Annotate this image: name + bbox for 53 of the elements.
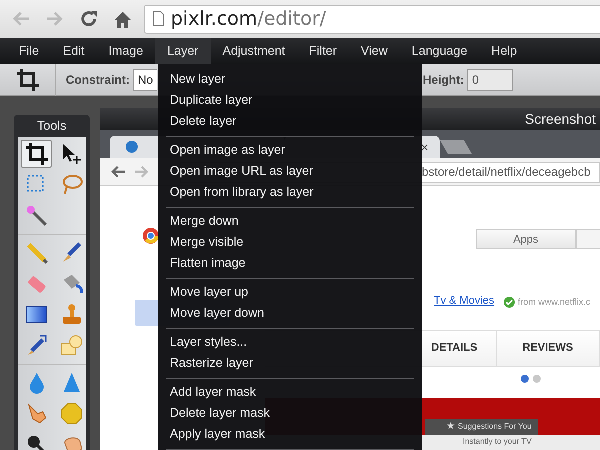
menu-option[interactable]: New layer: [158, 69, 226, 90]
height-label: Height:: [423, 72, 464, 86]
menu-item[interactable]: Language: [400, 38, 480, 64]
menu-item[interactable]: Image: [96, 38, 156, 64]
menu-item[interactable]: Adjustment: [210, 38, 298, 64]
menu-item[interactable]: File: [7, 38, 52, 64]
menu-option[interactable]: Move layer down: [158, 303, 264, 324]
menu-item[interactable]: View: [349, 38, 400, 64]
menu-option[interactable]: Add layer mask: [158, 382, 256, 403]
menu-option[interactable]: Apply layer mask: [158, 424, 266, 445]
banner-caption: Instantly to your TV: [463, 437, 532, 446]
menu-option[interactable]: Open image URL as layer: [158, 161, 314, 182]
globe-icon: [126, 141, 138, 153]
menu-option[interactable]: Flatten image: [158, 253, 246, 274]
page-dot-icon: [533, 375, 541, 383]
constraint-label: Constraint:: [66, 72, 130, 86]
new-tab-icon: [440, 140, 472, 154]
crop-icon: [24, 142, 48, 166]
menu-item[interactable]: Layer: [155, 38, 211, 64]
menu-option[interactable]: Rasterize layer: [158, 353, 254, 374]
menu-option[interactable]: Open image as layer: [158, 140, 286, 161]
url-text: bstore/detail/netflix/deceagebcb: [422, 165, 591, 179]
address-bar[interactable]: pixlr.com/editor/: [144, 4, 600, 34]
shapes-icon: [60, 334, 84, 358]
pencil-icon: [24, 241, 48, 265]
menu-option[interactable]: Delete layer mask: [158, 403, 270, 424]
sponge-icon: [60, 402, 84, 426]
panel-title: Tools: [36, 118, 68, 135]
magic-wand-icon: [24, 204, 48, 228]
crop-icon: [16, 68, 40, 92]
check-icon: [504, 297, 515, 308]
menu-item[interactable]: Help: [480, 38, 530, 64]
menu-option[interactable]: Merge down: [158, 211, 239, 232]
publisher-text: from www.netflix.c: [518, 297, 591, 307]
page-dot-icon: [521, 375, 529, 383]
menu-option[interactable]: Move layer up: [158, 282, 249, 303]
menu-option[interactable]: Delete layer: [158, 111, 237, 132]
menu-item[interactable]: Edit: [51, 38, 97, 64]
forward-arrow-icon: [134, 165, 150, 179]
tool-button[interactable]: [21, 140, 52, 168]
menu-item[interactable]: Filter: [297, 38, 350, 64]
home-icon[interactable]: [114, 10, 132, 28]
store-logo-icon: [142, 227, 160, 245]
menu-option[interactable]: Open from library as layer: [158, 182, 314, 203]
menu-option[interactable]: Layer styles...: [158, 332, 248, 353]
back-arrow-icon: [110, 165, 126, 179]
reload-icon[interactable]: [80, 10, 98, 28]
menu-option[interactable]: Merge visible: [158, 232, 244, 253]
page-icon: [153, 11, 165, 27]
menu-option[interactable]: Duplicate layer: [158, 90, 253, 111]
height-field[interactable]: 0: [467, 68, 514, 90]
constraint-dropdown[interactable]: No: [133, 68, 157, 90]
tab-close: ×: [421, 140, 429, 155]
